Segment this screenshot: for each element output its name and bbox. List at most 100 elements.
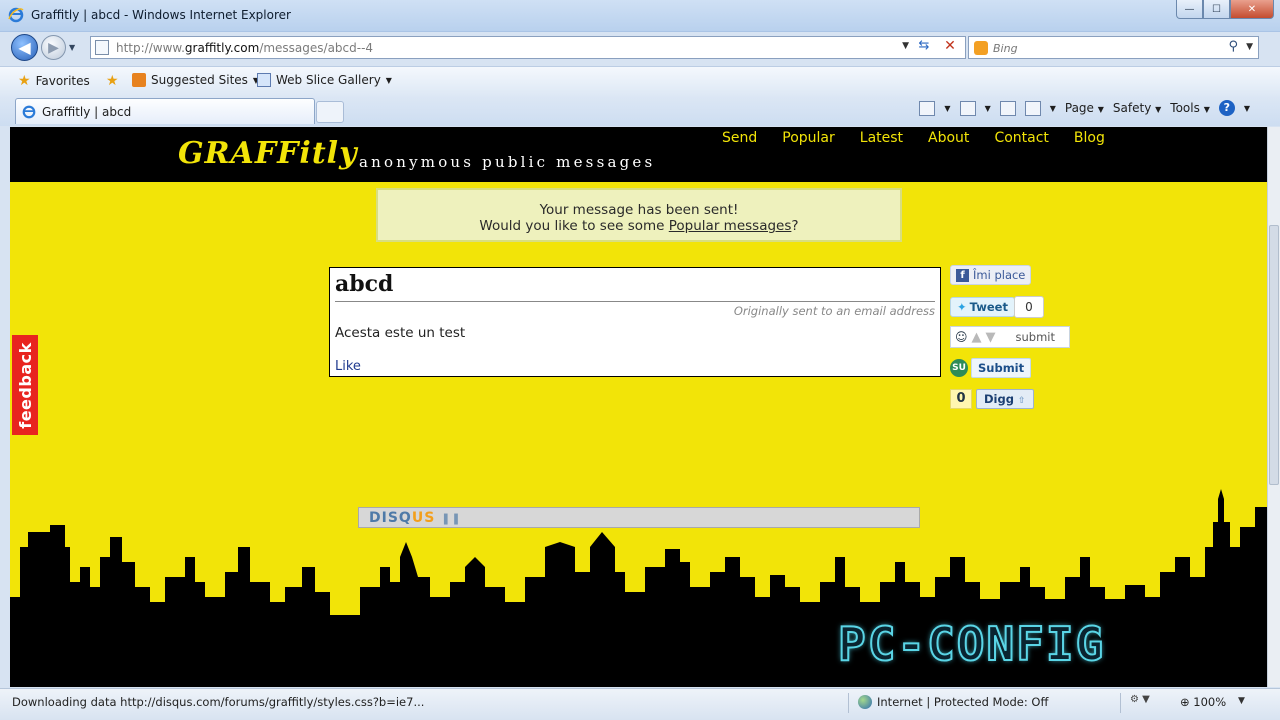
search-icon[interactable]: ⚲ bbox=[1228, 39, 1238, 54]
chevron-down-icon[interactable]: ▼ bbox=[985, 104, 991, 113]
address-url[interactable]: http://www.graffitly.com/messages/abcd--… bbox=[116, 41, 373, 55]
forward-button[interactable]: ▶ bbox=[41, 35, 66, 60]
site-header: GRAFFitly anonymous public messages Send… bbox=[10, 127, 1267, 182]
suggested-sites-icon bbox=[132, 73, 146, 87]
tweet-button[interactable]: ✦ Tweet bbox=[950, 297, 1015, 317]
message-card: abcd Originally sent to an email address… bbox=[329, 267, 941, 377]
recent-pages-dropdown[interactable]: ▼ bbox=[69, 43, 75, 52]
close-button[interactable]: ✕ bbox=[1230, 0, 1274, 19]
popular-messages-link[interactable]: Popular messages bbox=[669, 218, 792, 234]
tools-menu[interactable]: Tools ▼ bbox=[1170, 101, 1210, 115]
suggested-sites-link[interactable]: Suggested Sites ▼ bbox=[132, 73, 259, 87]
address-row: ◀ ▶ ▼ http://www.graffitly.com/messages/… bbox=[0, 32, 1280, 64]
security-zone[interactable]: Internet | Protected Mode: Off bbox=[858, 695, 1048, 709]
browser-window: Graffitly | abcd - Windows Internet Expl… bbox=[0, 0, 1280, 720]
nav-about[interactable]: About bbox=[928, 130, 969, 146]
nav-latest[interactable]: Latest bbox=[860, 130, 903, 146]
stumbleupon-icon: SU bbox=[950, 359, 968, 377]
chevron-down-icon[interactable]: ▼ bbox=[1050, 104, 1056, 113]
mail-icon[interactable] bbox=[999, 100, 1016, 116]
maximize-button[interactable]: ☐ bbox=[1203, 0, 1230, 19]
digg-arrow-icon: ⇧ bbox=[1017, 396, 1026, 406]
scrollbar-thumb[interactable] bbox=[1269, 225, 1279, 485]
nav-popular[interactable]: Popular bbox=[782, 130, 835, 146]
search-box[interactable]: Bing ⚲ ▼ bbox=[968, 36, 1259, 59]
back-button[interactable]: ◀ bbox=[11, 34, 38, 61]
reddit-submit-link[interactable]: submit bbox=[1016, 330, 1056, 344]
add-favorite-icon: ★ bbox=[106, 73, 119, 89]
divider bbox=[335, 301, 935, 302]
zoom-level[interactable]: ⊕ 100% bbox=[1180, 695, 1226, 709]
site-tagline: anonymous public messages bbox=[359, 153, 656, 171]
suggested-sites-label: Suggested Sites bbox=[151, 73, 248, 87]
divider bbox=[848, 693, 849, 713]
web-slice-label: Web Slice Gallery bbox=[276, 73, 381, 87]
stumbleupon-submit[interactable]: Submit bbox=[971, 358, 1032, 378]
safety-menu[interactable]: Safety ▼ bbox=[1113, 101, 1161, 115]
zone-label: Internet | Protected Mode: Off bbox=[877, 695, 1049, 709]
favorites-bar: ★ Favorites ★ Suggested Sites ▼ Web Slic… bbox=[0, 66, 1280, 96]
message-title: abcd bbox=[335, 271, 394, 297]
favorites-button[interactable]: ★ Favorites bbox=[18, 73, 90, 89]
status-bar: Downloading data http://disqus.com/forum… bbox=[0, 688, 1280, 720]
digg-button[interactable]: Digg ⇧ bbox=[976, 389, 1034, 409]
reddit-alien-icon: ☺ bbox=[955, 330, 968, 344]
page-menu[interactable]: Page ▼ bbox=[1065, 101, 1104, 115]
message-body: Acesta este un test bbox=[335, 325, 466, 341]
top-nav: Send Popular Latest About Contact Blog bbox=[722, 130, 1105, 146]
feedback-tab[interactable]: feedback bbox=[12, 335, 38, 435]
ie-tab-icon bbox=[22, 105, 36, 118]
nav-send[interactable]: Send bbox=[722, 130, 757, 146]
address-dropdown-icon[interactable]: ▼ bbox=[902, 41, 909, 51]
stumbleupon-button[interactable]: SU Submit bbox=[950, 358, 1032, 378]
command-bar: ▼ ▼ ▼ Page ▼ Safety ▼ Tools ▼ ? ▼ bbox=[919, 100, 1250, 116]
forward-arrow-icon: ▶ bbox=[48, 39, 59, 56]
home-icon[interactable] bbox=[919, 100, 936, 116]
twitter-bird-icon: ✦ bbox=[957, 300, 967, 314]
feeds-icon[interactable] bbox=[959, 100, 976, 116]
page-icon bbox=[95, 40, 109, 55]
status-text: Downloading data http://disqus.com/forum… bbox=[12, 695, 425, 709]
notice-line1: Your message has been sent! bbox=[539, 202, 739, 218]
notice-line2: Would you like to see some Popular messa… bbox=[479, 218, 799, 234]
feedback-label: feedback bbox=[15, 341, 35, 429]
chevron-down-icon[interactable]: ▼ bbox=[1244, 104, 1250, 113]
favorites-label: Favorites bbox=[35, 74, 90, 88]
globe-icon bbox=[858, 695, 872, 709]
window-title: Graffitly | abcd - Windows Internet Expl… bbox=[31, 8, 291, 22]
favorites-star-icon: ★ bbox=[18, 73, 31, 89]
search-options-icon[interactable]: ▼ bbox=[1246, 42, 1253, 52]
chevron-down-icon[interactable]: ▼ bbox=[944, 104, 950, 113]
facebook-like-label: Îmi place bbox=[973, 268, 1026, 282]
back-arrow-icon: ◀ bbox=[18, 38, 31, 57]
vertical-scrollbar[interactable] bbox=[1267, 127, 1280, 687]
web-slice-gallery-link[interactable]: Web Slice Gallery ▼ bbox=[257, 73, 392, 87]
stop-icon[interactable]: ✕ bbox=[939, 38, 961, 57]
upvote-icon[interactable]: ▲ bbox=[972, 330, 982, 345]
nav-contact[interactable]: Contact bbox=[994, 130, 1048, 146]
print-icon[interactable] bbox=[1024, 100, 1041, 116]
nav-blog[interactable]: Blog bbox=[1074, 130, 1105, 146]
title-bar: Graffitly | abcd - Windows Internet Expl… bbox=[0, 0, 1280, 32]
web-slice-icon bbox=[257, 73, 271, 87]
address-bar[interactable]: http://www.graffitly.com/messages/abcd--… bbox=[90, 36, 966, 59]
new-tab-button[interactable] bbox=[316, 101, 344, 123]
message-origin: Originally sent to an email address bbox=[733, 304, 935, 318]
page-viewport: GRAFFitly anonymous public messages Send… bbox=[10, 127, 1267, 687]
chevron-down-icon: ▼ bbox=[385, 75, 392, 85]
zoom-dropdown-icon[interactable]: ▼ bbox=[1238, 696, 1245, 706]
minimize-button[interactable]: — bbox=[1176, 0, 1203, 19]
site-logo[interactable]: GRAFFitly bbox=[178, 136, 358, 171]
refresh-icon[interactable]: ⇆ bbox=[913, 38, 935, 57]
sent-notice: Your message has been sent! Would you li… bbox=[376, 188, 902, 242]
facebook-like-button[interactable]: f Îmi place bbox=[950, 265, 1032, 285]
tab-graffitly[interactable]: Graffitly | abcd bbox=[15, 98, 315, 124]
like-link[interactable]: Like bbox=[335, 359, 361, 374]
downvote-icon[interactable]: ▼ bbox=[986, 330, 996, 345]
help-icon[interactable]: ? bbox=[1218, 100, 1235, 116]
pc-config-watermark: PC-CONFIG bbox=[837, 616, 1106, 672]
search-placeholder[interactable]: Bing bbox=[993, 42, 1018, 55]
tweet-count: 0 bbox=[1014, 296, 1044, 318]
protected-mode-icon[interactable]: ⚙ ▼ bbox=[1130, 694, 1150, 705]
add-favorite-button[interactable]: ★ bbox=[106, 73, 119, 89]
